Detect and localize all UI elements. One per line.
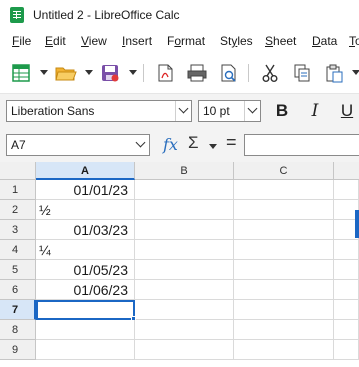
calc-app-icon	[10, 7, 24, 23]
menu-styles[interactable]: Styles	[220, 34, 253, 48]
cell-c[interactable]	[234, 320, 334, 340]
name-box[interactable]: A7	[6, 134, 150, 156]
cell-d[interactable]	[334, 260, 359, 280]
row-header[interactable]: 9	[0, 340, 36, 360]
save-dropdown-arrow[interactable]	[129, 70, 137, 76]
cut-icon[interactable]	[257, 61, 283, 85]
cell-a[interactable]: 01/05/23	[36, 260, 135, 280]
menu-tools[interactable]: To	[349, 34, 359, 48]
cell-b[interactable]	[135, 300, 234, 320]
cell-d[interactable]	[334, 240, 359, 260]
menu-edit[interactable]: Edit	[45, 34, 66, 48]
row-header[interactable]: 8	[0, 320, 36, 340]
select-all-corner[interactable]	[0, 162, 36, 180]
column-header-b[interactable]: B	[135, 162, 234, 180]
underline-button[interactable]: U	[336, 100, 358, 122]
cell-d[interactable]	[334, 320, 359, 340]
menu-view[interactable]: View	[81, 34, 107, 48]
new-spreadsheet-icon[interactable]	[8, 61, 34, 85]
menu-data[interactable]: Data	[312, 34, 337, 48]
formula-input[interactable]	[244, 134, 359, 156]
new-dropdown-arrow[interactable]	[40, 70, 48, 76]
copy-icon[interactable]	[289, 61, 315, 85]
active-cell[interactable]	[36, 300, 135, 320]
row-header[interactable]: 7	[0, 300, 36, 320]
cell-b[interactable]	[135, 180, 234, 200]
row-header[interactable]: 3	[0, 220, 36, 240]
function-wizard-icon[interactable]: fx	[163, 135, 178, 154]
cell-c[interactable]	[234, 340, 334, 360]
cell-b[interactable]	[135, 340, 234, 360]
open-dropdown-arrow[interactable]	[85, 70, 93, 76]
standard-toolbar	[0, 52, 359, 94]
save-icon[interactable]	[97, 61, 123, 85]
window-title: Untitled 2 - LibreOffice Calc	[33, 8, 180, 22]
menu-insert[interactable]: Insert	[122, 34, 152, 48]
sum-icon[interactable]: Σ	[188, 133, 199, 153]
print-icon[interactable]	[184, 61, 210, 85]
font-size-combo[interactable]: 10 pt	[198, 100, 261, 122]
row-header[interactable]: 4	[0, 240, 36, 260]
chevron-down-icon[interactable]	[133, 135, 149, 155]
row-header[interactable]: 2	[0, 200, 36, 220]
cell-d[interactable]	[334, 180, 359, 200]
cell-a[interactable]: ¼	[36, 240, 135, 260]
cell-c[interactable]	[234, 300, 334, 320]
cell-b[interactable]	[135, 200, 234, 220]
cell-a[interactable]: 01/01/23	[36, 180, 135, 200]
font-name-combo[interactable]: Liberation Sans	[6, 100, 192, 122]
cell-d[interactable]	[334, 340, 359, 360]
column-header-a[interactable]: A	[36, 162, 135, 180]
formula-icon[interactable]: =	[226, 132, 237, 153]
row-header[interactable]: 1	[0, 180, 36, 200]
cell-b[interactable]	[135, 220, 234, 240]
row-header[interactable]: 5	[0, 260, 36, 280]
cell-b[interactable]	[135, 320, 234, 340]
cell-b[interactable]	[135, 260, 234, 280]
print-preview-icon[interactable]	[216, 61, 242, 85]
chevron-down-icon[interactable]	[244, 101, 260, 121]
cell-a[interactable]: 01/06/23	[36, 280, 135, 300]
menu-format[interactable]: Format	[167, 34, 205, 48]
paste-dropdown-arrow[interactable]	[352, 70, 359, 76]
cell-b[interactable]	[135, 280, 234, 300]
cell-c[interactable]	[234, 240, 334, 260]
cell-c[interactable]	[234, 180, 334, 200]
font-name-value: Liberation Sans	[11, 104, 95, 118]
menu-bar: File Edit View Insert Format Styles Shee…	[0, 30, 359, 52]
formula-bar: A7 fx Σ =	[0, 128, 359, 162]
cell-a[interactable]: 01/03/23	[36, 220, 135, 240]
cell-d[interactable]	[334, 300, 359, 320]
cell-a[interactable]	[36, 320, 135, 340]
chevron-down-icon[interactable]	[175, 101, 191, 121]
cell-c[interactable]	[234, 260, 334, 280]
sum-dropdown-arrow[interactable]	[209, 144, 217, 149]
font-size-value: 10 pt	[203, 104, 230, 118]
bold-button[interactable]: B	[271, 100, 293, 122]
paste-icon[interactable]	[321, 61, 347, 85]
sidebar-handle[interactable]	[355, 210, 359, 238]
italic-button[interactable]: I	[304, 100, 326, 122]
toolbar-separator	[143, 64, 144, 82]
formatting-toolbar: Liberation Sans 10 pt B I U	[0, 94, 359, 128]
cell-a[interactable]: ½	[36, 200, 135, 220]
title-bar: Untitled 2 - LibreOffice Calc	[0, 0, 359, 30]
toolbar-separator	[248, 64, 249, 82]
name-box-value: A7	[11, 138, 26, 152]
export-pdf-icon[interactable]	[152, 61, 178, 85]
cell-b[interactable]	[135, 240, 234, 260]
spreadsheet-grid[interactable]: A B C 1 01/01/23 2 ½ 3 01/03/23 4 ¼ 5 01/05/23 6 01…	[0, 162, 359, 367]
row-header[interactable]: 6	[0, 280, 36, 300]
column-header-c[interactable]: C	[234, 162, 334, 180]
cell-c[interactable]	[234, 200, 334, 220]
cell-a[interactable]	[36, 340, 135, 360]
cell-c[interactable]	[234, 220, 334, 240]
column-header-d[interactable]	[334, 162, 359, 180]
open-folder-icon[interactable]	[53, 61, 79, 85]
cell-d[interactable]	[334, 280, 359, 300]
menu-file[interactable]: File	[12, 34, 31, 48]
cell-c[interactable]	[234, 280, 334, 300]
menu-sheet[interactable]: Sheet	[265, 34, 296, 48]
